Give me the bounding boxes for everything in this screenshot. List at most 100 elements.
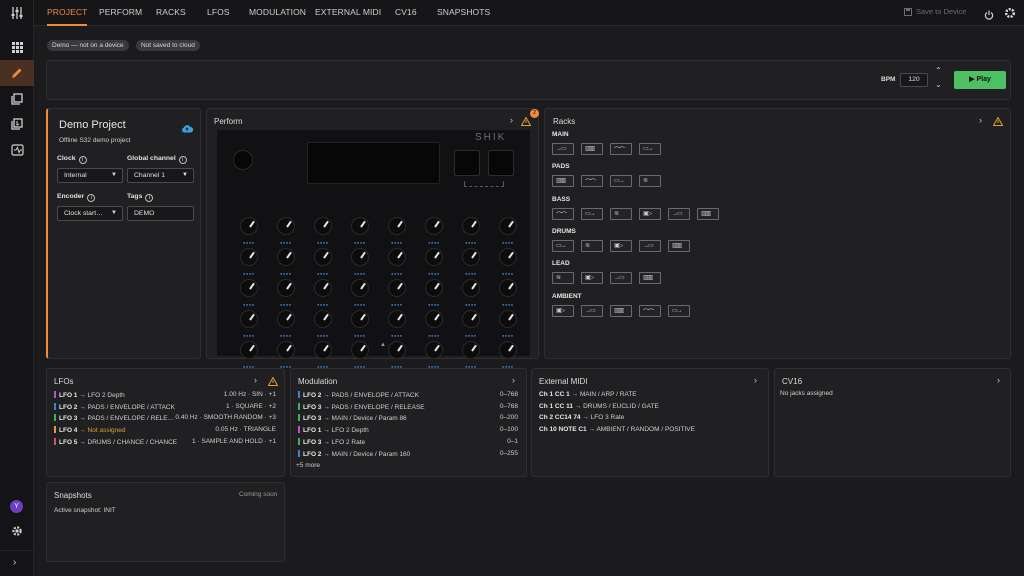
modulation-row[interactable]: LFO 3 → LFO 2 Rate [298,437,365,446]
rack-module-icon[interactable]: →▭ [668,207,690,220]
rack-module-icon[interactable]: ▣▷ [610,239,632,252]
lfo-row[interactable]: LFO 5 → DRUMS / CHANCE / CHANCE [54,437,177,446]
rack-module-icon[interactable]: ▭→ [639,143,661,155]
chevron-right-icon[interactable]: › [510,115,513,125]
rack-module-icon[interactable]: ▣▷ [639,207,661,220]
lfo-row[interactable]: LFO 3 → PADS / ENVELOPE / RELE… [54,414,174,422]
performance-knob[interactable]: ●●●● [385,338,409,369]
power-icon[interactable] [984,7,994,25]
performance-knob[interactable]: ●●●● [459,214,483,245]
tab-racks[interactable]: RACKS [156,0,186,26]
rack-module-icon[interactable]: →▭ [639,239,661,252]
tab-cv16[interactable]: CV16 [395,0,417,26]
performance-knob[interactable]: ●●●● [237,307,261,338]
chevron-right-icon[interactable]: › [254,375,257,385]
performance-knob[interactable]: ●●●● [237,338,261,369]
expand-sidebar-button[interactable]: › [0,550,34,576]
performance-knob[interactable]: ●●●● [348,276,372,307]
performance-knob[interactable]: ●●●● [459,307,483,338]
rack-module-icon[interactable]: ⌒⌒ [639,304,661,317]
rack-module-icon[interactable]: ⌒⌒ [552,207,574,220]
global-channel-select[interactable]: Channel 1 ▼ [127,168,194,183]
lfo-row[interactable]: LFO 1 → LFO 2 Depth [54,391,125,399]
rack-module-icon[interactable]: ▭→ [610,175,632,188]
chevron-right-icon[interactable]: › [754,375,757,385]
performance-knob[interactable]: ●●●● [422,214,446,245]
device-pad-left[interactable] [454,150,480,176]
rack-module-icon[interactable]: ▣▷ [552,304,574,317]
performance-knob[interactable]: ●●●● [496,338,520,369]
performance-knob[interactable]: ●●●● [422,276,446,307]
bpm-input[interactable]: 120 [900,73,928,87]
performance-knob[interactable]: ●●●● [348,307,372,338]
rack-module-icon[interactable]: ⌒⌒ [581,175,603,188]
rack-module-icon[interactable]: ▥▥ [610,304,632,317]
performance-knob[interactable]: ●●●● [311,307,335,338]
modulation-more-link[interactable]: +5 more [296,462,320,469]
performance-knob[interactable]: ●●●● [422,245,446,276]
rack-module-icon[interactable]: ▥▥ [639,272,661,285]
performance-knob[interactable]: ●●●● [311,338,335,369]
rack-module-icon[interactable]: ▥▥ [668,239,690,252]
midi-mapping-row[interactable]: Ch 10 NOTE C1 → AMBIENT / RANDOM / POSIT… [539,426,695,433]
rack-module-icon[interactable]: ▭→ [668,304,690,317]
play-button[interactable]: ▶ Play [954,71,1006,89]
performance-knob[interactable]: ●●●● [311,245,335,276]
library-icon[interactable] [0,86,34,112]
performance-knob[interactable]: ●●●● [385,245,409,276]
performance-knob[interactable]: ●●●● [459,276,483,307]
midi-mapping-row[interactable]: Ch 2 CC14 74 → LFO 3 Rate [539,414,624,421]
performance-knob[interactable]: ●●●● [496,307,520,338]
performance-knob[interactable]: ●●●● [237,214,261,245]
performance-knob[interactable]: ●●●● [422,307,446,338]
chevron-right-icon[interactable]: › [512,375,515,385]
performance-knob[interactable]: ●●●● [311,214,335,245]
tab-snapshots[interactable]: SNAPSHOTS [437,0,490,26]
performance-knob[interactable]: ●●●● [348,245,372,276]
tab-lfos[interactable]: LFOS [207,0,230,26]
tab-perform[interactable]: PERFORM [99,0,142,26]
save-to-device-button[interactable]: Save to Device [904,7,966,16]
performance-knob[interactable]: ●●●● [422,338,446,369]
chevron-right-icon[interactable]: › [979,115,982,125]
tab-modulation[interactable]: MODULATION [249,0,306,26]
settings-icon[interactable] [1004,6,1016,24]
bpm-increase-icon[interactable]: ⌃ [935,66,942,75]
rack-module-icon[interactable]: ≋ [639,175,661,188]
rack-module-icon[interactable]: ≋ [581,239,603,252]
routing-icon[interactable] [0,137,34,163]
pencil-icon[interactable] [0,60,34,86]
rack-module-icon[interactable]: ▥▥ [697,207,719,220]
rack-module-icon[interactable]: ≋ [552,272,574,285]
rack-module-icon[interactable]: ▭→ [552,239,574,252]
gear-icon[interactable] [0,518,34,544]
performance-knob[interactable]: ●●●● [459,245,483,276]
performance-knob[interactable]: ●●●● [496,276,520,307]
performance-knob[interactable]: ●●●● [237,245,261,276]
rack-module-icon[interactable]: →▭ [552,143,574,155]
modulation-row[interactable]: LFO 3 → PADS / ENVELOPE / RELEASE [298,402,425,411]
performance-knob[interactable]: ●●●● [274,338,298,369]
modulation-row[interactable]: LFO 3 → MAIN / Device / Param 86 [298,414,407,422]
clock-select[interactable]: Internal ▼ [57,168,123,183]
rack-module-icon[interactable]: ≋ [610,207,632,220]
midi-mapping-row[interactable]: Ch 1 CC 1 → MAIN / ARP / RATE [539,391,637,398]
grid-icon[interactable] [0,34,34,60]
performance-knob[interactable]: ●●●● [274,276,298,307]
bpm-decrease-icon[interactable]: ⌄ [935,80,942,89]
main-encoder[interactable] [233,150,253,170]
avatar[interactable]: Y [10,500,23,513]
rack-module-icon[interactable]: ▭→ [581,207,603,220]
rack-module-icon[interactable]: ▥▥ [581,143,603,155]
modulation-row[interactable]: LFO 2 → MAIN / Device / Param 160 [298,449,410,458]
playlist-icon[interactable] [0,111,34,137]
performance-knob[interactable]: ●●●● [496,245,520,276]
modulation-row[interactable]: LFO 1 → LFO 2 Depth [298,426,369,434]
performance-knob[interactable]: ●●●● [348,214,372,245]
tab-external-midi[interactable]: EXTERNAL MIDI [315,0,381,26]
rack-module-icon[interactable]: ▣▷ [581,272,603,285]
performance-knob[interactable]: ●●●● [385,214,409,245]
lfo-row[interactable]: LFO 4 → Not assigned [54,426,125,434]
performance-knob[interactable]: ●●●● [274,214,298,245]
chevron-right-icon[interactable]: › [997,375,1000,385]
